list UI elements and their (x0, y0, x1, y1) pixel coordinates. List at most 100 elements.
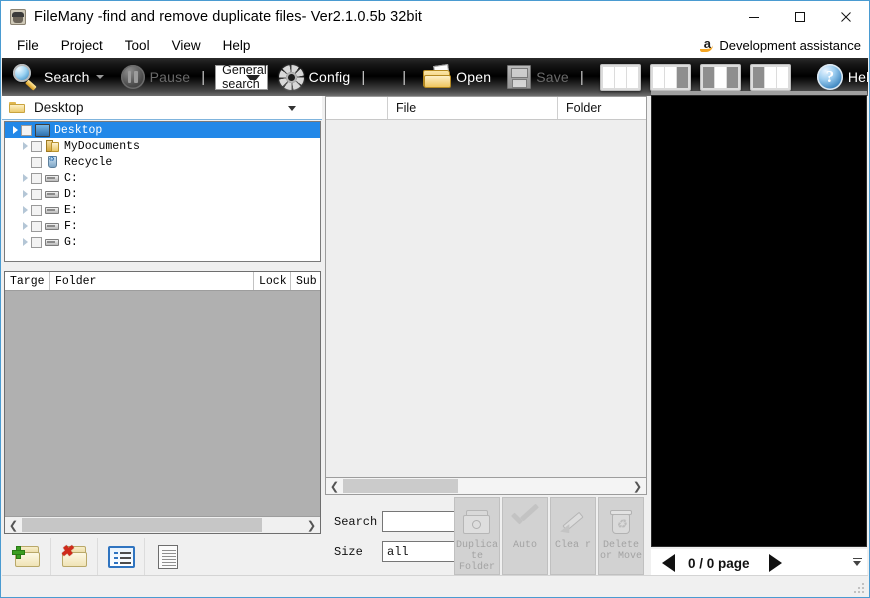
tree-item-drive-e[interactable]: E: (5, 202, 320, 218)
file-column-file[interactable]: File (388, 97, 558, 119)
chevron-down-icon[interactable] (288, 106, 296, 111)
menu-item-view[interactable]: View (161, 32, 212, 58)
tree-item-desktop[interactable]: Desktop (5, 122, 320, 138)
expand-arrow-icon[interactable] (20, 222, 31, 230)
amazon-icon: a (700, 38, 714, 52)
app-icon (10, 9, 26, 25)
scroll-right-icon[interactable]: ❯ (303, 517, 320, 533)
menu-item-help[interactable]: Help (212, 32, 262, 58)
duplicate-folder-label: Duplicate Folder (455, 540, 499, 573)
menu-item-file[interactable]: File (6, 32, 50, 58)
open-button-label: Open (456, 69, 491, 85)
file-column-folder[interactable]: Folder (558, 97, 646, 119)
tree-item-label: F: (64, 220, 78, 233)
list-view-icon (108, 546, 135, 568)
search-button[interactable]: Search (2, 58, 111, 96)
previous-page-button[interactable] (657, 553, 679, 573)
add-folder-icon (13, 546, 41, 568)
tree-checkbox[interactable] (31, 173, 42, 184)
config-button-label: Config (309, 69, 351, 85)
preview-pager: 0 / 0 page (651, 549, 867, 577)
tree-checkbox[interactable] (31, 205, 42, 216)
documents-folder-icon (45, 140, 60, 153)
toolbar-separator-1: | (194, 69, 212, 86)
minimize-button[interactable] (731, 1, 777, 32)
delete-or-move-button[interactable]: ♻ Delete or Move (598, 497, 644, 575)
resize-grip[interactable] (852, 581, 864, 593)
tree-checkbox[interactable] (31, 141, 42, 152)
save-button[interactable]: Save (495, 58, 573, 96)
menu-item-project[interactable]: Project (50, 32, 114, 58)
detail-view-button[interactable] (145, 538, 191, 576)
layout-right-split-button[interactable] (750, 64, 791, 91)
tree-checkbox[interactable] (31, 237, 42, 248)
target-column-sub[interactable]: Sub (291, 272, 320, 290)
drive-selector[interactable]: Desktop (2, 96, 322, 120)
expand-arrow-icon[interactable] (20, 206, 31, 214)
duplicate-file-list[interactable]: File Folder ❮ ❯ (325, 96, 647, 495)
expand-arrow-icon[interactable] (10, 126, 21, 134)
scroll-thumb[interactable] (343, 479, 458, 493)
next-page-button[interactable] (765, 553, 787, 573)
tree-checkbox[interactable] (31, 189, 42, 200)
folder-tree[interactable]: Desktop MyDocuments Recycle C: D: (4, 121, 321, 262)
pager-spinner-icon[interactable] (852, 555, 862, 569)
help-question-icon: ? (817, 64, 843, 90)
list-view-button[interactable] (98, 538, 145, 576)
scroll-right-icon[interactable]: ❯ (629, 478, 646, 494)
target-column-lock[interactable]: Lock (254, 272, 291, 290)
save-button-label: Save (536, 69, 569, 85)
image-preview-panel[interactable] (651, 95, 867, 547)
file-list-body (326, 120, 646, 495)
remove-folder-button[interactable]: ✖ (51, 538, 98, 576)
tree-item-mydocuments[interactable]: MyDocuments (5, 138, 320, 154)
target-column-target[interactable]: Targe (5, 272, 50, 290)
tree-checkbox[interactable] (21, 125, 32, 136)
tree-item-drive-d[interactable]: D: (5, 186, 320, 202)
tree-checkbox[interactable] (31, 157, 42, 168)
add-folder-button[interactable] (4, 538, 51, 576)
maximize-button[interactable] (777, 1, 823, 32)
document-icon (158, 545, 178, 569)
tree-item-label: MyDocuments (64, 140, 140, 153)
open-button[interactable]: Open (413, 58, 495, 96)
open-folder-icon (423, 66, 451, 88)
expand-arrow-icon[interactable] (20, 238, 31, 246)
scroll-track[interactable] (22, 517, 303, 533)
layout-three-column-button[interactable] (600, 64, 641, 91)
delete-or-move-label: Delete or Move (599, 540, 643, 562)
tree-item-recycle[interactable]: Recycle (5, 154, 320, 170)
layout-left-split-button[interactable] (650, 64, 691, 91)
search-dropdown-caret-icon[interactable] (96, 75, 104, 79)
pause-button[interactable]: Pause (111, 58, 195, 96)
tree-checkbox[interactable] (31, 221, 42, 232)
file-list-hscrollbar[interactable]: ❮ ❯ (326, 477, 646, 494)
search-field-label: Search (334, 515, 382, 529)
target-column-folder[interactable]: Folder (50, 272, 254, 290)
window-title: FileMany -find and remove duplicate file… (34, 9, 422, 25)
file-column-blank[interactable] (326, 97, 388, 119)
tree-item-drive-c[interactable]: C: (5, 170, 320, 186)
scroll-left-icon[interactable]: ❮ (326, 478, 343, 494)
menu-item-tool[interactable]: Tool (114, 32, 161, 58)
layout-center-button[interactable] (700, 64, 741, 91)
clear-button[interactable]: Clea r (550, 497, 596, 575)
scroll-thumb[interactable] (22, 518, 262, 532)
drive-icon (45, 172, 60, 185)
scroll-track[interactable] (343, 478, 629, 494)
target-folder-list[interactable]: Targe Folder Lock Sub ❮ ❯ (4, 271, 321, 534)
duplicate-folder-button[interactable]: Duplicate Folder (454, 497, 500, 575)
expand-arrow-icon[interactable] (20, 174, 31, 182)
search-mode-select[interactable]: General search (215, 65, 267, 90)
expand-arrow-icon[interactable] (20, 142, 31, 150)
target-list-hscrollbar[interactable]: ❮ ❯ (5, 516, 320, 533)
development-assistance-link[interactable]: a Development assistance (700, 32, 861, 58)
auto-button[interactable]: Auto (502, 497, 548, 575)
expand-arrow-icon[interactable] (20, 190, 31, 198)
tree-item-drive-f[interactable]: F: (5, 218, 320, 234)
scroll-left-icon[interactable]: ❮ (5, 517, 22, 533)
tree-item-drive-g[interactable]: G: (5, 234, 320, 250)
window-controls (731, 1, 869, 32)
config-button[interactable]: Config (268, 58, 355, 96)
close-button[interactable] (823, 1, 869, 32)
